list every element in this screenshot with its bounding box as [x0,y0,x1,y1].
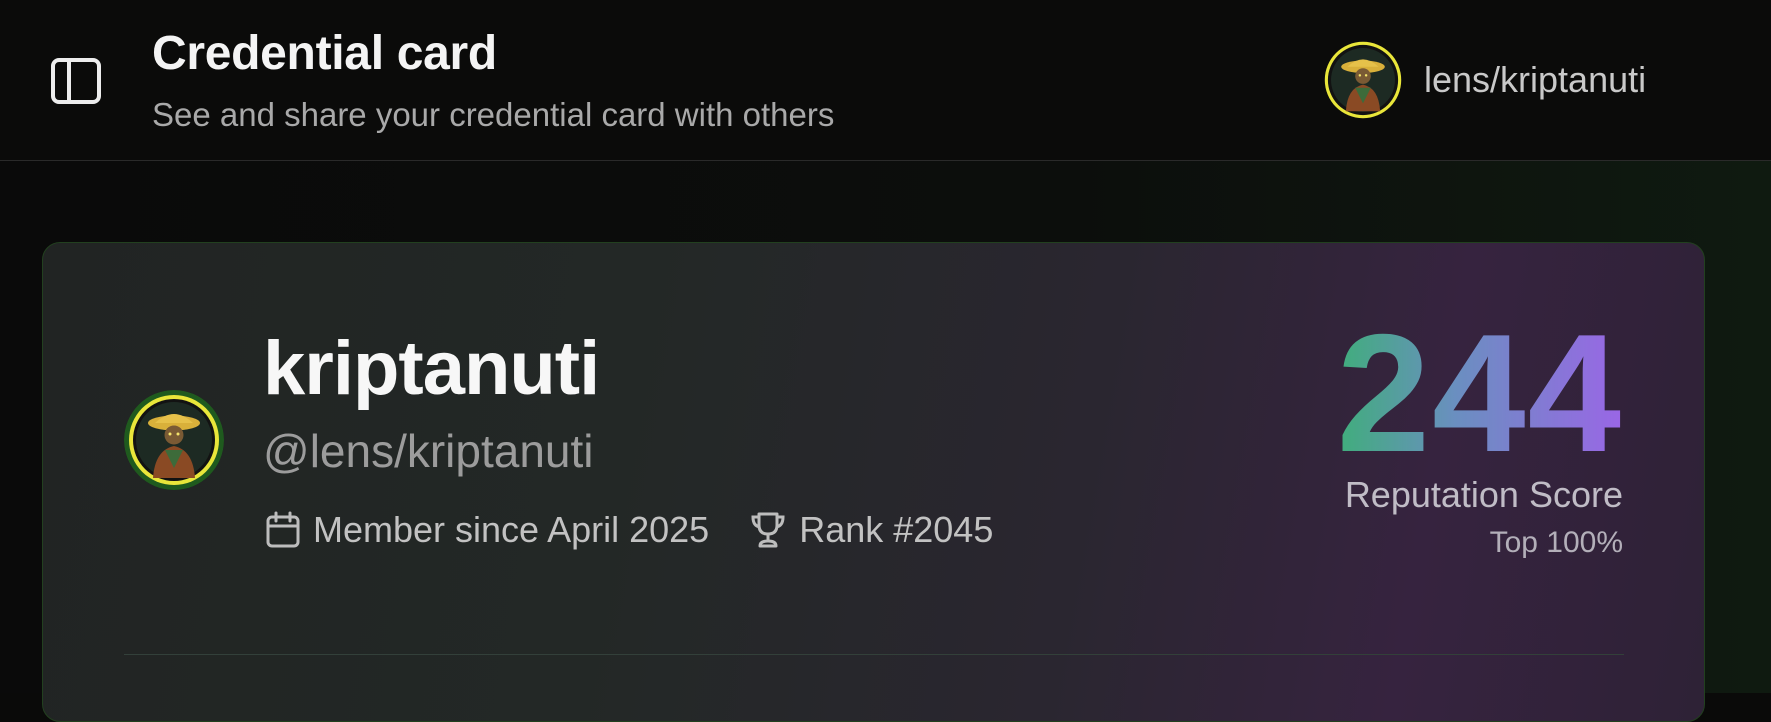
reputation-score: 244 Reputation Score Top 100% [1223,309,1623,560]
score-percentile: Top 100% [1489,526,1623,559]
rank-text: Rank #2045 [799,509,994,550]
profile-handle: @lens/kriptanuti [263,425,594,477]
profile-avatar-image [124,390,224,490]
sidebar-toggle-icon [51,58,101,104]
profile-name: kriptanuti [263,326,600,411]
avatar-image [1324,41,1402,119]
member-since-text: Member since April 2025 [313,509,710,550]
rank: Rank #2045 [749,509,993,551]
profile-avatar [124,390,224,490]
profile-meta: Member since April 2025 Rank #2045 [265,508,993,552]
app-header: Credential card See and share your crede… [0,0,1771,161]
calendar-icon [266,511,300,548]
score-label: Reputation Score [1344,474,1623,515]
member-since: Member since April 2025 [265,509,709,551]
trophy-icon [751,512,785,548]
sidebar-toggle-button[interactable] [50,55,102,107]
header-username: lens/kriptanuti [1424,59,1647,100]
user-menu[interactable]: lens/kriptanuti [1324,40,1646,120]
score-value: 244 [1223,309,1623,477]
page-title: Credential card [152,27,497,80]
avatar [1324,41,1402,119]
page-subtitle: See and share your credential card with … [152,96,835,133]
card-divider [124,654,1624,655]
